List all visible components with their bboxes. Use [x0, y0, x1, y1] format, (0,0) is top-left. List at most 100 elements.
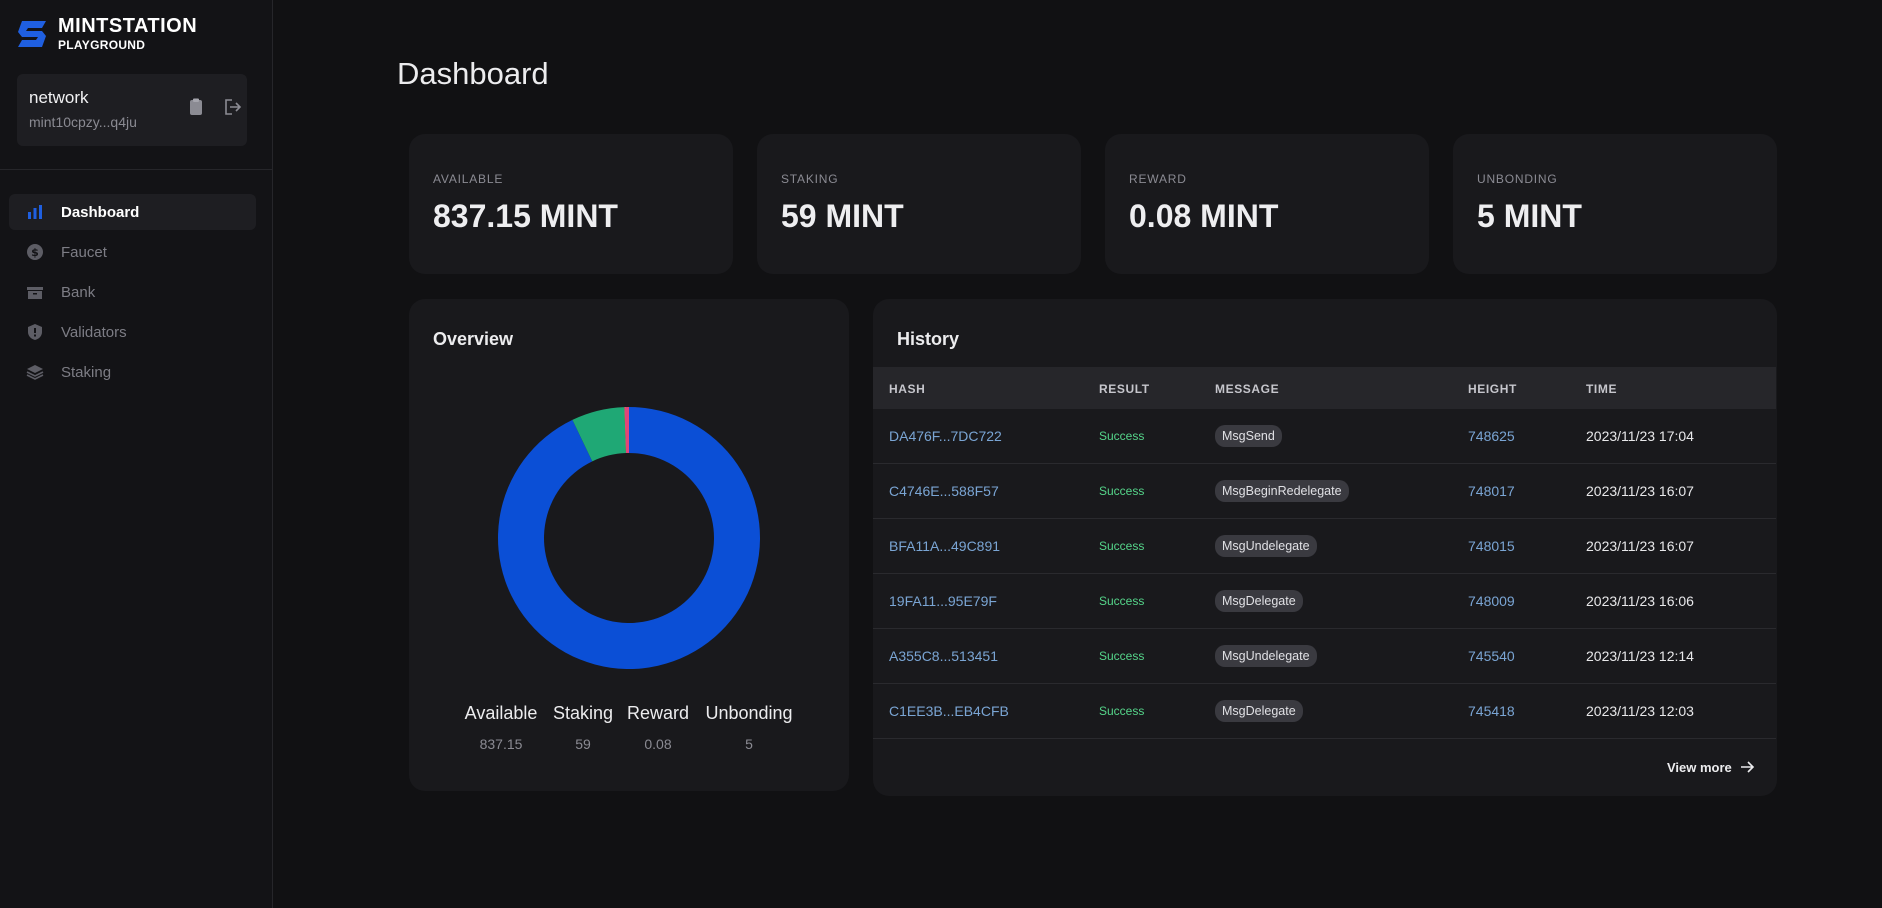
legend-value: 5: [745, 736, 753, 752]
bank-icon: [27, 287, 43, 299]
tx-message-badge: MsgUndelegate: [1215, 645, 1317, 667]
legend-label: Unbonding: [705, 703, 793, 723]
table-row: BFA11A...49C891 Success MsgUndelegate 74…: [873, 519, 1776, 574]
sidebar-item-label: Bank: [61, 283, 96, 301]
legend-label: Staking: [552, 703, 614, 723]
tx-time: 2023/11/23 16:06: [1586, 593, 1694, 609]
tx-hash-link[interactable]: C1EE3B...EB4CFB: [889, 703, 1009, 719]
view-more-label: View more: [1667, 759, 1732, 775]
overview-card: Overview Available 837.15 Staking 59 Rew…: [409, 299, 849, 791]
legend-value: 837.15: [479, 736, 523, 752]
donut-chart: [498, 407, 760, 669]
legend-item-unbonding: Unbonding 5: [705, 703, 792, 752]
column-header-time: TIME: [1586, 382, 1618, 396]
view-more-button[interactable]: View more: [1667, 759, 1755, 775]
tx-result: Success: [1099, 484, 1145, 498]
tx-hash-link[interactable]: A355C8...513451: [889, 648, 998, 664]
stat-card-available: AVAILABLE 837.15 MINT: [409, 134, 733, 274]
legend-value: 0.08: [644, 736, 672, 752]
mintstation-logo-icon: [18, 20, 46, 47]
sidebar-item-label: Faucet: [61, 243, 107, 261]
tx-hash-link[interactable]: BFA11A...49C891: [889, 538, 1000, 554]
layers-icon: [26, 365, 44, 380]
page-title: Dashboard: [397, 56, 549, 91]
chart-legend: Available 837.15 Staking 59 Reward 0.08 …: [409, 703, 849, 763]
table-row: DA476F...7DC722 Success MsgSend 748625 2…: [873, 409, 1776, 464]
legend-label: Available: [464, 703, 538, 723]
table-row: 19FA11...95E79F Success MsgDelegate 7480…: [873, 574, 1776, 629]
column-header-message: MESSAGE: [1215, 382, 1280, 396]
tx-hash-link[interactable]: C4746E...588F57: [889, 483, 999, 499]
column-header-height: HEIGHT: [1468, 382, 1517, 396]
tx-hash-link[interactable]: DA476F...7DC722: [889, 428, 1002, 444]
table-header: HASH RESULT MESSAGE HEIGHT TIME: [873, 367, 1776, 409]
tx-message-badge: MsgDelegate: [1215, 700, 1303, 722]
legend-label: Reward: [626, 703, 690, 723]
tx-time: 2023/11/23 17:04: [1586, 428, 1694, 444]
wallet-address: mint10cpzy...q4ju: [29, 114, 137, 130]
tx-message-badge: MsgSend: [1215, 425, 1282, 447]
legend-item-reward: Reward 0.08: [627, 703, 689, 752]
arrow-right-icon: [1740, 761, 1754, 773]
stat-label: UNBONDING: [1477, 172, 1558, 186]
history-card: History HASH RESULT MESSAGE HEIGHT TIME …: [873, 299, 1777, 796]
wallet-card: network mint10cpzy...q4ju: [17, 74, 247, 146]
svg-text:$: $: [31, 246, 39, 259]
tx-time: 2023/11/23 12:14: [1586, 648, 1694, 664]
stat-card-staking: STAKING 59 MINT: [757, 134, 1081, 274]
stat-label: STAKING: [781, 172, 839, 186]
sidebar-item-label: Staking: [61, 363, 112, 381]
brand-subtitle: PLAYGROUND: [58, 38, 146, 52]
sidebar-item-label: Dashboard: [61, 203, 140, 221]
tx-time: 2023/11/23 16:07: [1586, 483, 1694, 499]
sidebar-item-dashboard[interactable]: Dashboard: [9, 194, 256, 230]
table-row: C1EE3B...EB4CFB Success MsgDelegate 7454…: [873, 684, 1776, 739]
stat-value: 837.15 MINT: [433, 198, 618, 234]
tx-height-link[interactable]: 748625: [1468, 428, 1515, 444]
sidebar-item-faucet[interactable]: $ Faucet: [9, 234, 256, 270]
legend-item-staking: Staking 59: [553, 703, 613, 752]
tx-height-link[interactable]: 748009: [1468, 593, 1515, 609]
tx-result: Success: [1099, 539, 1145, 553]
stat-value: 5 MINT: [1477, 198, 1582, 234]
logout-icon[interactable]: [221, 96, 243, 118]
tx-height-link[interactable]: 745418: [1468, 703, 1515, 719]
sidebar-divider: [0, 169, 273, 170]
dollar-coin-icon: $: [27, 244, 43, 260]
overview-title: Overview: [433, 329, 514, 349]
column-header-hash: HASH: [889, 382, 926, 396]
tx-height-link[interactable]: 748017: [1468, 483, 1515, 499]
table-row: C4746E...588F57 Success MsgBeginRedelega…: [873, 464, 1776, 519]
brand[interactable]: MINTSTATION PLAYGROUND: [16, 16, 197, 51]
table-row: A355C8...513451 Success MsgUndelegate 74…: [873, 629, 1776, 684]
stat-value: 0.08 MINT: [1129, 198, 1279, 234]
sidebar: MINTSTATION PLAYGROUND network mint10cpz…: [0, 0, 273, 908]
sidebar-item-label: Validators: [61, 323, 127, 341]
tx-height-link[interactable]: 748015: [1468, 538, 1515, 554]
bar-chart-icon: [28, 205, 42, 219]
stat-label: AVAILABLE: [433, 172, 504, 186]
stat-value: 59 MINT: [781, 198, 904, 234]
brand-name: MINTSTATION: [58, 15, 198, 37]
sidebar-item-staking[interactable]: Staking: [9, 354, 256, 390]
tx-message-badge: MsgBeginRedelegate: [1215, 480, 1349, 502]
tx-result: Success: [1099, 429, 1145, 443]
clipboard-icon[interactable]: [185, 96, 207, 118]
sidebar-nav: Dashboard $ Faucet Bank Validators Staki…: [9, 194, 256, 394]
wallet-name: network: [29, 88, 89, 107]
sidebar-item-validators[interactable]: Validators: [9, 314, 256, 350]
tx-result: Success: [1099, 704, 1145, 718]
tx-result: Success: [1099, 649, 1145, 663]
sidebar-item-bank[interactable]: Bank: [9, 274, 256, 310]
tx-message-badge: MsgDelegate: [1215, 590, 1303, 612]
tx-message-badge: MsgUndelegate: [1215, 535, 1317, 557]
tx-height-link[interactable]: 745540: [1468, 648, 1515, 664]
tx-hash-link[interactable]: 19FA11...95E79F: [889, 593, 997, 609]
tx-time: 2023/11/23 16:07: [1586, 538, 1694, 554]
stat-label: REWARD: [1129, 172, 1187, 186]
stat-card-unbonding: UNBONDING 5 MINT: [1453, 134, 1777, 274]
legend-item-available: Available 837.15: [465, 703, 538, 752]
column-header-result: RESULT: [1099, 382, 1150, 396]
history-title: History: [897, 329, 960, 349]
tx-time: 2023/11/23 12:03: [1586, 703, 1694, 719]
